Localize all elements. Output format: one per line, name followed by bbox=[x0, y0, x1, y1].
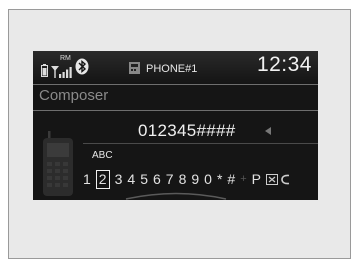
status-bar: RM PHONE#1 12:34 bbox=[33, 51, 318, 84]
dialed-number: 012345#### bbox=[138, 121, 236, 140]
backspace-icon[interactable] bbox=[265, 127, 271, 135]
connected-phone-name: PHONE#1 bbox=[146, 63, 198, 75]
battery-icon bbox=[41, 64, 48, 77]
key-letters-hint: ABC bbox=[92, 150, 113, 161]
title-divider bbox=[33, 110, 318, 111]
roaming-indicator: RM bbox=[60, 55, 71, 62]
signal-strength-icon bbox=[51, 66, 72, 78]
selector-arc bbox=[125, 192, 227, 200]
phone-device-icon bbox=[129, 62, 140, 74]
screen-title: Composer bbox=[39, 87, 109, 104]
status-divider bbox=[33, 84, 318, 85]
number-divider bbox=[83, 143, 318, 144]
bluetooth-icon bbox=[75, 58, 89, 75]
clock-time: 12:34 bbox=[256, 53, 312, 76]
hands-free-display: RM PHONE#1 12:34 Composer 012345#### ABC… bbox=[33, 51, 318, 200]
